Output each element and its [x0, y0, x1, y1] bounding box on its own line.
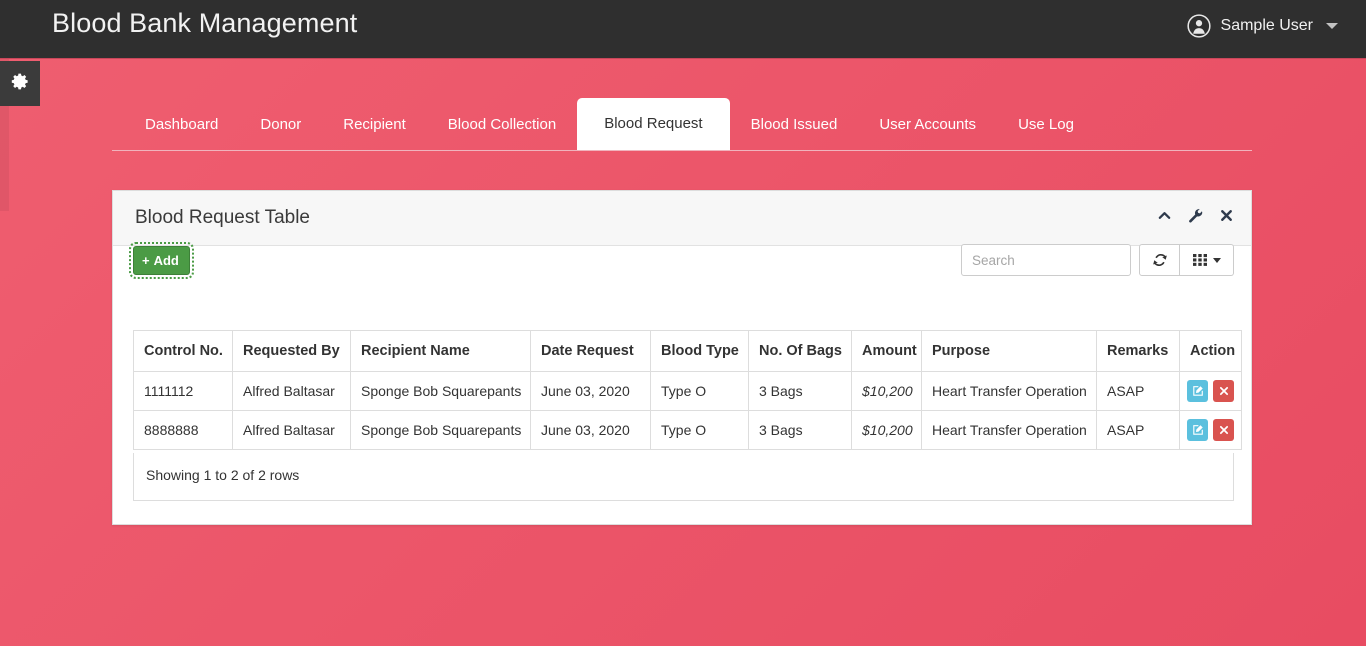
tab-recipient[interactable]: Recipient: [322, 99, 427, 150]
close-icon[interactable]: [1219, 208, 1234, 223]
table-toolbar: + Add: [129, 242, 1234, 291]
cell-date-request: June 03, 2020: [530, 410, 651, 450]
tab-donor[interactable]: Donor: [239, 99, 322, 150]
edit-pencil-icon: [1192, 385, 1204, 397]
top-navbar: Blood Bank Management Sample User: [0, 0, 1366, 59]
cell-blood-type: Type O: [650, 371, 749, 411]
col-purpose[interactable]: Purpose: [921, 330, 1097, 372]
collapse-icon[interactable]: [1157, 208, 1172, 223]
chevron-down-icon: [1326, 23, 1338, 29]
columns-button[interactable]: [1180, 244, 1234, 276]
delete-times-icon: [1218, 385, 1230, 397]
user-circle-icon: [1186, 13, 1212, 39]
cell-amount: $10,200: [851, 410, 922, 450]
tab-blood-issued[interactable]: Blood Issued: [730, 99, 859, 150]
cell-control-no: 1111112: [133, 371, 233, 411]
cell-action: [1179, 371, 1242, 411]
main-tabs: Dashboard Donor Recipient Blood Collecti…: [112, 98, 1252, 151]
cell-recipient-name: Sponge Bob Squarepants: [350, 371, 531, 411]
cell-no-of-bags: 3 Bags: [748, 410, 852, 450]
table-button-group: [1139, 244, 1234, 276]
cell-amount: $10,200: [851, 371, 922, 411]
table-row[interactable]: 8888888 Alfred Baltasar Sponge Bob Squar…: [133, 410, 1242, 450]
col-no-of-bags[interactable]: No. Of Bags: [748, 330, 852, 372]
panel-title: Blood Request Table: [135, 207, 310, 228]
cell-blood-type: Type O: [650, 410, 749, 450]
edit-row-button[interactable]: [1187, 419, 1208, 441]
columns-grid-icon: [1192, 252, 1208, 268]
tab-use-log[interactable]: Use Log: [997, 99, 1095, 150]
refresh-icon: [1152, 252, 1168, 268]
edit-row-button[interactable]: [1187, 380, 1208, 402]
col-date-request[interactable]: Date Request: [530, 330, 651, 372]
table-right-tools: [961, 244, 1234, 276]
cell-requested-by: Alfred Baltasar: [232, 371, 351, 411]
delete-times-icon: [1218, 424, 1230, 436]
chevron-down-icon: [1213, 257, 1221, 263]
add-button-label: Add: [153, 253, 179, 268]
search-input[interactable]: [961, 244, 1131, 276]
user-name-label: Sample User: [1220, 17, 1313, 34]
blood-request-table: Control No. Requested By Recipient Name …: [133, 330, 1242, 450]
delete-row-button[interactable]: [1213, 419, 1234, 441]
col-remarks[interactable]: Remarks: [1096, 330, 1180, 372]
cell-requested-by: Alfred Baltasar: [232, 410, 351, 450]
tab-blood-collection[interactable]: Blood Collection: [427, 99, 577, 150]
sidebar-toggle-button[interactable]: [0, 61, 40, 106]
app-title: Blood Bank Management: [52, 8, 358, 38]
wrench-icon[interactable]: [1188, 208, 1203, 223]
col-recipient-name[interactable]: Recipient Name: [350, 330, 531, 372]
tab-user-accounts[interactable]: User Accounts: [858, 99, 997, 150]
cell-purpose: Heart Transfer Operation: [921, 371, 1097, 411]
cell-purpose: Heart Transfer Operation: [921, 410, 1097, 450]
tab-blood-request[interactable]: Blood Request: [577, 98, 730, 150]
cell-remarks: ASAP: [1096, 371, 1180, 411]
col-requested-by[interactable]: Requested By: [232, 330, 351, 372]
add-button[interactable]: + Add: [129, 242, 194, 279]
cell-control-no: 8888888: [133, 410, 233, 450]
edit-pencil-icon: [1192, 424, 1204, 436]
cell-recipient-name: Sponge Bob Squarepants: [350, 410, 531, 450]
cell-date-request: June 03, 2020: [530, 371, 651, 411]
user-menu[interactable]: Sample User: [1186, 13, 1338, 39]
col-amount[interactable]: Amount: [851, 330, 922, 372]
col-control-no[interactable]: Control No.: [133, 330, 233, 372]
table-footer-status: Showing 1 to 2 of 2 rows: [133, 453, 1234, 501]
blood-request-table-wrapper: Control No. Requested By Recipient Name …: [133, 330, 1242, 450]
cell-remarks: ASAP: [1096, 410, 1180, 450]
table-row[interactable]: 1111112 Alfred Baltasar Sponge Bob Squar…: [133, 371, 1242, 411]
table-header-row: Control No. Requested By Recipient Name …: [133, 330, 1242, 372]
panel-header: Blood Request Table: [113, 191, 1251, 246]
tab-dashboard[interactable]: Dashboard: [124, 99, 239, 150]
gear-icon: [11, 72, 30, 96]
cell-no-of-bags: 3 Bags: [748, 371, 852, 411]
col-action[interactable]: Action: [1179, 330, 1242, 372]
cell-action: [1179, 410, 1242, 450]
col-blood-type[interactable]: Blood Type: [650, 330, 749, 372]
plus-icon: +: [142, 253, 150, 268]
panel-tool-buttons: [1157, 208, 1234, 223]
delete-row-button[interactable]: [1213, 380, 1234, 402]
refresh-button[interactable]: [1139, 244, 1180, 276]
